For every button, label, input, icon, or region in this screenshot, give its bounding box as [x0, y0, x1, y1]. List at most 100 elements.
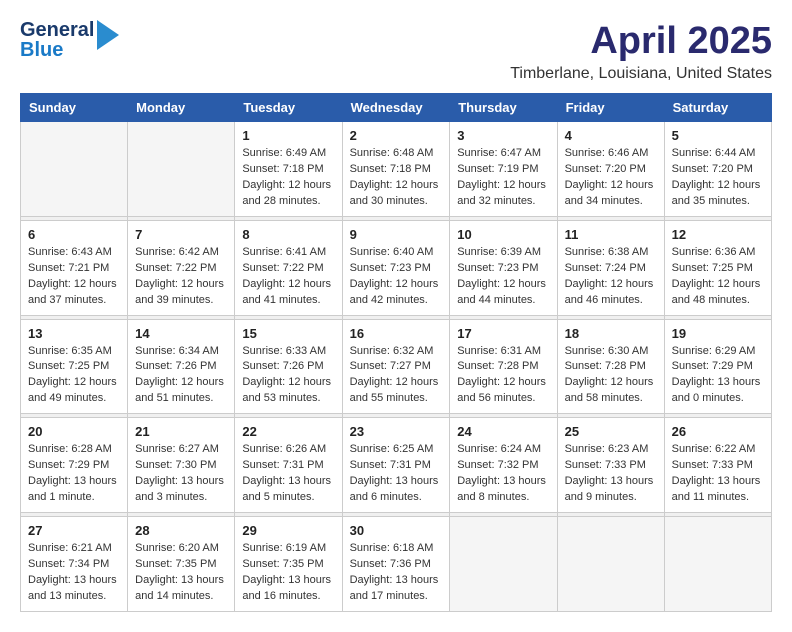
day-info: Sunrise: 6:43 AM Sunset: 7:21 PM Dayligh…: [28, 245, 120, 309]
calendar-week-row: 1Sunrise: 6:49 AM Sunset: 7:18 PM Daylig…: [21, 122, 772, 217]
calendar-weekday-header: Sunday: [21, 94, 128, 122]
day-info: Sunrise: 6:38 AM Sunset: 7:24 PM Dayligh…: [565, 245, 657, 309]
day-number: 7: [135, 227, 227, 242]
logo-text: General Blue: [20, 20, 94, 60]
day-info: Sunrise: 6:39 AM Sunset: 7:23 PM Dayligh…: [457, 245, 549, 309]
calendar-week-row: 20 Sunrise: 6:28 AM Sunset: 7:29 PM Dayli…: [21, 418, 772, 513]
day-number: 11: [565, 227, 657, 242]
day-number: 30: [350, 523, 443, 538]
calendar-week-row: 27 Sunrise: 6:21 AM Sunset: 7:34 PM Dayli…: [21, 517, 772, 612]
logo: General Blue: [20, 20, 119, 60]
day-info: Sunrise: 6:42 AM Sunset: 7:22 PM Dayligh…: [135, 245, 227, 309]
calendar-day-cell: 29Sunrise: 6:19 AM Sunset: 7:35 PM Dayli…: [235, 517, 342, 612]
calendar-day-cell: 13Sunrise: 6:35 AM Sunset: 7:25 PM Dayli…: [21, 319, 128, 414]
day-number: 12: [672, 227, 764, 242]
day-info: Sunrise: 6:34 AM Sunset: 7:26 PM Dayligh…: [135, 344, 227, 408]
calendar-day-cell: 6 Sunrise: 6:43 AM Sunset: 7:21 PM Daylig…: [21, 220, 128, 315]
calendar-day-cell: 24 Sunrise: 6:24 AM Sunset: 7:32 PM Dayli…: [450, 418, 557, 513]
calendar-weekday-header: Monday: [128, 94, 235, 122]
calendar-day-cell: [557, 517, 664, 612]
calendar-weekday-header: Tuesday: [235, 94, 342, 122]
day-info: Sunrise: 6:21 AM Sunset: 7:34 PM Dayligh…: [28, 541, 120, 605]
calendar-header-row: SundayMondayTuesdayWednesdayThursdayFrid…: [21, 94, 772, 122]
day-info: Sunrise: 6:40 AM Sunset: 7:23 PM Dayligh…: [350, 245, 443, 309]
day-number: 15: [242, 326, 334, 341]
calendar-day-cell: 19 Sunrise: 6:29 AM Sunset: 7:29 PM Dayli…: [664, 319, 771, 414]
calendar-day-cell: 4Sunrise: 6:46 AM Sunset: 7:20 PM Daylig…: [557, 122, 664, 217]
calendar-day-cell: 23 Sunrise: 6:25 AM Sunset: 7:31 PM Dayli…: [342, 418, 450, 513]
calendar-table: SundayMondayTuesdayWednesdayThursdayFrid…: [20, 93, 772, 612]
day-info: Sunrise: 6:19 AM Sunset: 7:35 PM Dayligh…: [242, 541, 334, 605]
calendar-day-cell: 15 Sunrise: 6:33 AM Sunset: 7:26 PM Dayli…: [235, 319, 342, 414]
calendar-day-cell: 18Sunrise: 6:30 AM Sunset: 7:28 PM Dayli…: [557, 319, 664, 414]
day-number: 21: [135, 424, 227, 439]
day-number: 16: [350, 326, 443, 341]
calendar-week-row: 13Sunrise: 6:35 AM Sunset: 7:25 PM Dayli…: [21, 319, 772, 414]
calendar-day-cell: 20 Sunrise: 6:28 AM Sunset: 7:29 PM Dayli…: [21, 418, 128, 513]
day-info: Sunrise: 6:30 AM Sunset: 7:28 PM Dayligh…: [565, 344, 657, 408]
calendar-day-cell: 22Sunrise: 6:26 AM Sunset: 7:31 PM Dayli…: [235, 418, 342, 513]
day-info: Sunrise: 6:31 AM Sunset: 7:28 PM Dayligh…: [457, 344, 549, 408]
day-number: 10: [457, 227, 549, 242]
title-area: April 2025 Timberlane, Louisiana, United…: [510, 20, 772, 83]
day-info: Sunrise: 6:44 AM Sunset: 7:20 PM Dayligh…: [672, 146, 764, 210]
calendar-day-cell: 21 Sunrise: 6:27 AM Sunset: 7:30 PM Dayli…: [128, 418, 235, 513]
day-info: Sunrise: 6:20 AM Sunset: 7:35 PM Dayligh…: [135, 541, 227, 605]
day-info: Sunrise: 6:36 AM Sunset: 7:25 PM Dayligh…: [672, 245, 764, 309]
day-info: Sunrise: 6:46 AM Sunset: 7:20 PM Dayligh…: [565, 146, 657, 210]
day-number: 25: [565, 424, 657, 439]
day-number: 9: [350, 227, 443, 242]
calendar-day-cell: 10 Sunrise: 6:39 AM Sunset: 7:23 PM Dayli…: [450, 220, 557, 315]
calendar-day-cell: 12 Sunrise: 6:36 AM Sunset: 7:25 PM Dayli…: [664, 220, 771, 315]
day-number: 17: [457, 326, 549, 341]
logo-general-text: General: [20, 20, 94, 40]
day-info: Sunrise: 6:41 AM Sunset: 7:22 PM Dayligh…: [242, 245, 334, 309]
calendar-day-cell: 1Sunrise: 6:49 AM Sunset: 7:18 PM Daylig…: [235, 122, 342, 217]
day-info: Sunrise: 6:33 AM Sunset: 7:26 PM Dayligh…: [242, 344, 334, 408]
calendar-day-cell: 14Sunrise: 6:34 AM Sunset: 7:26 PM Dayli…: [128, 319, 235, 414]
day-info: Sunrise: 6:28 AM Sunset: 7:29 PM Dayligh…: [28, 442, 120, 506]
calendar-day-cell: 9 Sunrise: 6:40 AM Sunset: 7:23 PM Daylig…: [342, 220, 450, 315]
calendar-day-cell: [664, 517, 771, 612]
day-number: 28: [135, 523, 227, 538]
day-number: 8: [242, 227, 334, 242]
day-number: 20: [28, 424, 120, 439]
day-number: 6: [28, 227, 120, 242]
day-number: 19: [672, 326, 764, 341]
calendar-day-cell: 7 Sunrise: 6:42 AM Sunset: 7:22 PM Daylig…: [128, 220, 235, 315]
calendar-day-cell: 2 Sunrise: 6:48 AM Sunset: 7:18 PM Daylig…: [342, 122, 450, 217]
calendar-day-cell: 30Sunrise: 6:18 AM Sunset: 7:36 PM Dayli…: [342, 517, 450, 612]
day-info: Sunrise: 6:27 AM Sunset: 7:30 PM Dayligh…: [135, 442, 227, 506]
day-number: 2: [350, 128, 443, 143]
day-info: Sunrise: 6:25 AM Sunset: 7:31 PM Dayligh…: [350, 442, 443, 506]
day-info: Sunrise: 6:24 AM Sunset: 7:32 PM Dayligh…: [457, 442, 549, 506]
calendar-weekday-header: Wednesday: [342, 94, 450, 122]
calendar-weekday-header: Friday: [557, 94, 664, 122]
calendar-day-cell: 3Sunrise: 6:47 AM Sunset: 7:19 PM Daylig…: [450, 122, 557, 217]
calendar-day-cell: 28 Sunrise: 6:20 AM Sunset: 7:35 PM Dayli…: [128, 517, 235, 612]
calendar-day-cell: 26Sunrise: 6:22 AM Sunset: 7:33 PM Dayli…: [664, 418, 771, 513]
day-info: Sunrise: 6:47 AM Sunset: 7:19 PM Dayligh…: [457, 146, 549, 210]
day-number: 23: [350, 424, 443, 439]
calendar-day-cell: 16Sunrise: 6:32 AM Sunset: 7:27 PM Dayli…: [342, 319, 450, 414]
day-number: 24: [457, 424, 549, 439]
calendar-day-cell: 8 Sunrise: 6:41 AM Sunset: 7:22 PM Daylig…: [235, 220, 342, 315]
day-info: Sunrise: 6:29 AM Sunset: 7:29 PM Dayligh…: [672, 344, 764, 408]
day-info: Sunrise: 6:48 AM Sunset: 7:18 PM Dayligh…: [350, 146, 443, 210]
calendar-day-cell: 27 Sunrise: 6:21 AM Sunset: 7:34 PM Dayli…: [21, 517, 128, 612]
calendar-weekday-header: Saturday: [664, 94, 771, 122]
calendar-day-cell: 17 Sunrise: 6:31 AM Sunset: 7:28 PM Dayli…: [450, 319, 557, 414]
calendar-day-cell: 11 Sunrise: 6:38 AM Sunset: 7:24 PM Dayli…: [557, 220, 664, 315]
calendar-day-cell: 5 Sunrise: 6:44 AM Sunset: 7:20 PM Daylig…: [664, 122, 771, 217]
calendar-day-cell: 25Sunrise: 6:23 AM Sunset: 7:33 PM Dayli…: [557, 418, 664, 513]
day-number: 13: [28, 326, 120, 341]
page-title: April 2025: [510, 20, 772, 63]
day-number: 5: [672, 128, 764, 143]
calendar-week-row: 6 Sunrise: 6:43 AM Sunset: 7:21 PM Daylig…: [21, 220, 772, 315]
page-header: General Blue April 2025 Timberlane, Loui…: [20, 20, 772, 83]
day-number: 27: [28, 523, 120, 538]
calendar-day-cell: [21, 122, 128, 217]
day-number: 26: [672, 424, 764, 439]
day-number: 22: [242, 424, 334, 439]
day-info: Sunrise: 6:49 AM Sunset: 7:18 PM Dayligh…: [242, 146, 334, 210]
